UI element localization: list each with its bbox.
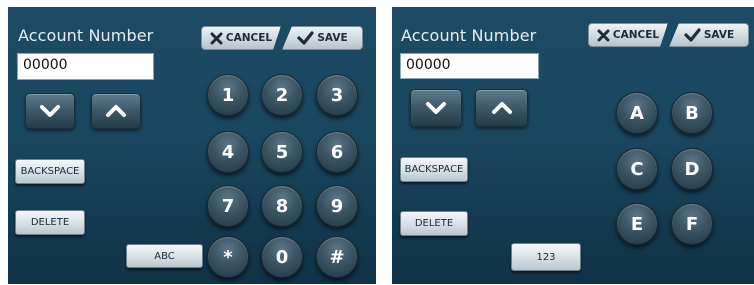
key-c[interactable]: C [616, 148, 658, 190]
cancel-label: CANCEL [612, 29, 660, 41]
key-8[interactable]: 8 [261, 185, 303, 227]
chevron-up-icon [106, 105, 126, 117]
checkmark-icon [297, 31, 314, 45]
backspace-button[interactable]: BACKSPACE [15, 159, 85, 184]
cancel-button[interactable]: CANCEL [201, 26, 281, 50]
scroll-up-button[interactable] [475, 89, 528, 127]
key-7[interactable]: 7 [207, 185, 249, 227]
numeric-mode-button[interactable]: 123 [511, 243, 581, 271]
backspace-button[interactable]: BACKSPACE [400, 157, 468, 182]
key-9[interactable]: 9 [316, 185, 358, 227]
scroll-up-button[interactable] [91, 93, 141, 129]
field-title: Account Number [401, 26, 537, 45]
alpha-keypad-panel: Account Number 00000 CANCEL SAVE BACKSPA… [392, 7, 754, 284]
chevron-up-icon [491, 102, 512, 114]
key-4[interactable]: 4 [207, 131, 249, 173]
key-e[interactable]: E [616, 203, 658, 245]
key-star[interactable]: * [207, 236, 249, 278]
key-b[interactable]: B [671, 92, 713, 134]
delete-button[interactable]: DELETE [15, 210, 85, 235]
chevron-down-icon [426, 102, 446, 114]
key-f[interactable]: F [671, 203, 713, 245]
checkmark-icon [684, 28, 701, 42]
key-5[interactable]: 5 [261, 131, 303, 173]
cancel-button[interactable]: CANCEL [588, 23, 668, 47]
save-button[interactable]: SAVE [282, 26, 363, 50]
key-hash[interactable]: # [316, 236, 358, 278]
x-icon [597, 29, 610, 42]
scroll-down-button[interactable] [410, 89, 462, 127]
key-3[interactable]: 3 [316, 74, 358, 116]
abc-mode-button[interactable]: ABC [126, 244, 203, 268]
x-icon [210, 32, 223, 45]
save-label: SAVE [703, 29, 735, 41]
account-number-input[interactable]: 00000 [400, 53, 539, 79]
save-button[interactable]: SAVE [669, 23, 749, 47]
key-a[interactable]: A [616, 92, 658, 134]
field-title: Account Number [18, 26, 154, 45]
cancel-label: CANCEL [225, 32, 273, 44]
key-2[interactable]: 2 [261, 74, 303, 116]
account-number-input[interactable]: 00000 [17, 53, 154, 80]
chevron-down-icon [40, 105, 60, 117]
key-6[interactable]: 6 [316, 131, 358, 173]
key-1[interactable]: 1 [207, 74, 249, 116]
delete-button[interactable]: DELETE [400, 211, 468, 236]
key-0[interactable]: 0 [261, 236, 303, 278]
key-d[interactable]: D [671, 148, 713, 190]
save-label: SAVE [317, 32, 348, 44]
scroll-down-button[interactable] [25, 93, 75, 129]
numeric-keypad-panel: Account Number 00000 CANCEL SAVE BACKSPA… [8, 7, 376, 284]
